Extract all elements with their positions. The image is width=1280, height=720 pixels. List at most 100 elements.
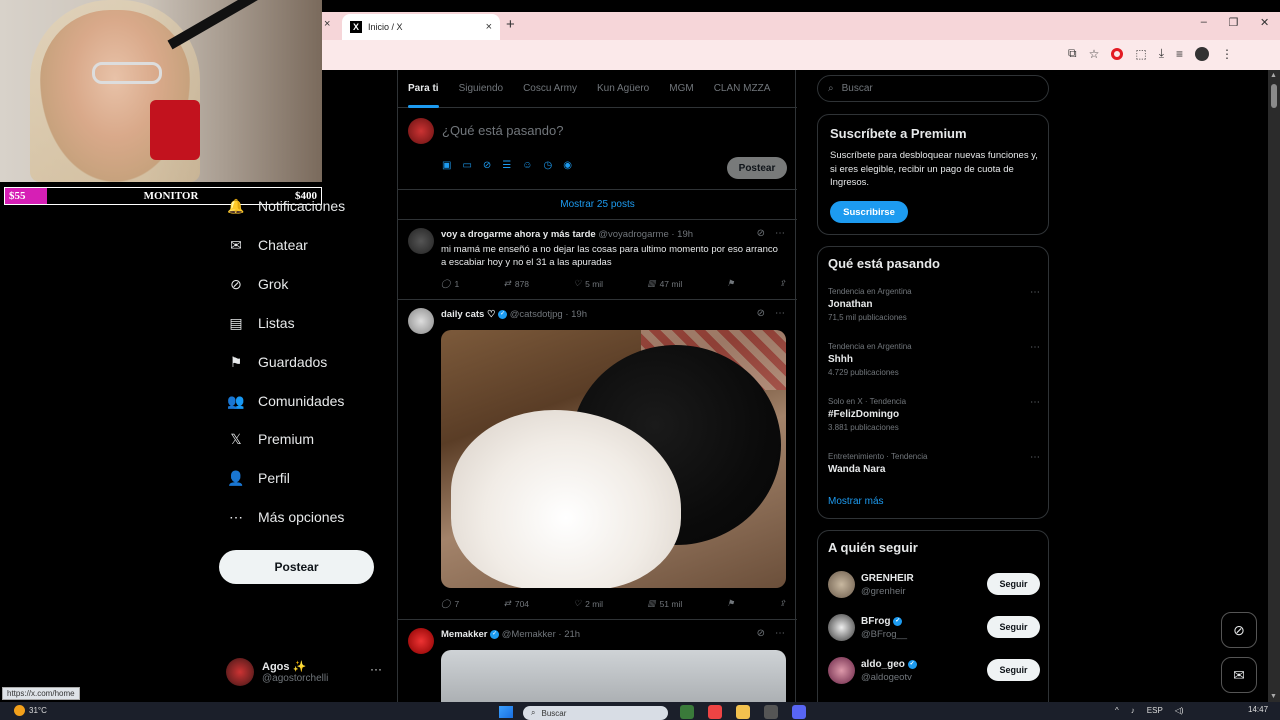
image-icon[interactable]: ▣ xyxy=(442,160,451,171)
subscribe-button[interactable]: Suscribirse xyxy=(830,201,908,223)
nav-more-options[interactable]: ⋯ Más opciones xyxy=(228,509,344,526)
grok-icon[interactable]: ⊘ xyxy=(757,628,765,639)
taskbar-search[interactable]: ⌕ Buscar xyxy=(523,706,668,720)
nav-notifications[interactable]: 🔔 Notificaciones xyxy=(227,198,345,215)
download-icon[interactable]: ⤓ xyxy=(1159,46,1164,61)
app-icon[interactable] xyxy=(680,705,694,719)
share-button[interactable]: ⇪ xyxy=(779,598,786,609)
trend-item[interactable]: Tendencia en Argentina Shhh 4.729 public… xyxy=(828,342,1040,377)
schedule-icon[interactable]: ◷ xyxy=(543,160,552,171)
views-button[interactable]: ▥ 51 mil xyxy=(648,598,683,609)
more-icon[interactable]: ··· xyxy=(370,662,382,676)
composer-input[interactable]: ¿Qué está pasando? xyxy=(442,123,563,138)
reply-button[interactable]: ◯ 7 xyxy=(441,598,459,609)
account-switcher[interactable]: Agos ✨ @agostorchelli ··· xyxy=(226,656,386,688)
post-image-cats[interactable] xyxy=(441,330,786,588)
follow-button[interactable]: Seguir xyxy=(987,616,1040,638)
repost-button[interactable]: ⇄ 704 xyxy=(504,598,529,609)
show-more-link[interactable]: Mostrar más xyxy=(828,496,884,507)
grok-icon[interactable]: ⊘ xyxy=(757,228,765,239)
language-indicator[interactable]: ESP xyxy=(1147,706,1163,715)
chrome-icon[interactable] xyxy=(708,705,722,719)
repost-button[interactable]: ⇄ 878 xyxy=(504,278,529,289)
post-author[interactable]: daily cats ♡ xyxy=(441,309,495,320)
extensions-icon[interactable]: ⬚ xyxy=(1135,47,1146,61)
more-icon[interactable]: ⋯ xyxy=(1030,397,1040,408)
minimize-button[interactable]: – xyxy=(1201,16,1207,29)
nav-premium[interactable]: 𝕏 Premium xyxy=(228,431,314,448)
post[interactable]: daily cats ♡ ✓ @catsdotjpg · 19h ⊘ ⋯ ◯ 7 ⇄… xyxy=(398,300,797,620)
more-icon[interactable]: ⋯ xyxy=(1030,342,1040,353)
nav-profile[interactable]: 👤 Perfil xyxy=(227,470,290,487)
close-icon[interactable]: × xyxy=(324,18,330,30)
tab-siguiendo[interactable]: Siguiendo xyxy=(449,70,513,108)
nav-lists[interactable]: ▤ Listas xyxy=(228,315,294,332)
reply-button[interactable]: ◯ 1 xyxy=(441,278,459,289)
trend-item[interactable]: Solo en X · Tendencia #FelizDomingo 3.88… xyxy=(828,397,1040,432)
volume-icon[interactable]: ◁) xyxy=(1175,706,1184,715)
grok-icon[interactable]: ⊘ xyxy=(757,308,765,319)
new-tab-button[interactable]: + xyxy=(506,16,515,33)
opera-icon[interactable] xyxy=(1111,47,1124,60)
grok-icon[interactable]: ⊘ xyxy=(483,160,491,171)
follow-suggestion[interactable]: GRENHEIR @grenheir Seguir xyxy=(828,571,1040,601)
browser-profile-icon[interactable] xyxy=(1195,46,1210,61)
follow-suggestion[interactable]: aldo_geo ✓ @aldogeotv Seguir xyxy=(828,657,1040,687)
nav-communities[interactable]: 👥 Comunidades xyxy=(227,393,344,410)
post-author[interactable]: voy a drogarme ahora y más tarde xyxy=(441,229,596,240)
close-window-button[interactable]: ✕ xyxy=(1260,16,1269,29)
scrollbar[interactable]: ▲ ▼ xyxy=(1268,70,1280,702)
browser-menu-icon[interactable]: ⋮ xyxy=(1221,47,1233,61)
reading-list-icon[interactable]: ≡ xyxy=(1176,47,1183,61)
tab-clan-mzza[interactable]: CLAN MZZA xyxy=(704,70,781,108)
tab-mgm[interactable]: MGM xyxy=(659,70,703,108)
restore-button[interactable]: ❐ xyxy=(1229,16,1239,29)
post[interactable]: voy a drogarme ahora y más tarde @voyadr… xyxy=(398,220,797,300)
share-button[interactable]: ⇪ xyxy=(779,278,786,289)
more-icon[interactable]: ⋯ xyxy=(775,308,785,319)
trend-item[interactable]: Entretenimiento · Tendencia Wanda Nara ⋯ xyxy=(828,452,1040,475)
poll-icon[interactable]: ☰ xyxy=(502,160,511,171)
search-input[interactable]: ⌕ Buscar xyxy=(817,75,1049,102)
trend-item[interactable]: Tendencia en Argentina Jonathan 71,5 mil… xyxy=(828,287,1040,322)
follow-button[interactable]: Seguir xyxy=(987,659,1040,681)
discord-icon[interactable] xyxy=(792,705,806,719)
more-icon[interactable]: ⋯ xyxy=(775,228,785,239)
composer-post-button[interactable]: Postear xyxy=(727,157,787,179)
show-new-posts[interactable]: Mostrar 25 posts xyxy=(398,190,797,220)
gif-icon[interactable]: ▭ xyxy=(462,160,471,171)
star-icon[interactable]: ☆ xyxy=(1089,47,1100,61)
install-app-icon[interactable]: ⧉ xyxy=(1068,46,1077,61)
nav-chat[interactable]: ✉ Chatear xyxy=(228,237,308,254)
post-button[interactable]: Postear xyxy=(219,550,374,584)
tab-kun-aguero[interactable]: Kun Agüero xyxy=(587,70,659,108)
more-icon[interactable]: ⋯ xyxy=(1030,452,1040,463)
more-icon[interactable]: ⋯ xyxy=(1030,287,1040,298)
folder-icon[interactable] xyxy=(736,705,750,719)
more-icon[interactable]: ⋯ xyxy=(775,628,785,639)
windows-start-icon[interactable] xyxy=(499,706,513,718)
weather-widget[interactable]: 31°C xyxy=(14,705,47,716)
messages-floating-button[interactable]: ✉ xyxy=(1221,657,1257,693)
post[interactable]: Memakker ✓ @Memakker · 21h ⊘ ⋯ xyxy=(398,620,797,710)
mic-icon[interactable]: ♪ xyxy=(1131,706,1135,715)
nav-grok[interactable]: ⊘ Grok xyxy=(228,276,288,293)
like-button[interactable]: ♡ 2 mil xyxy=(574,598,604,609)
views-button[interactable]: ▥ 47 mil xyxy=(648,278,683,289)
tab-close-icon[interactable]: × xyxy=(486,21,492,33)
follow-button[interactable]: Seguir xyxy=(987,573,1040,595)
nav-bookmarks[interactable]: ⚑ Guardados xyxy=(228,354,328,371)
follow-suggestion[interactable]: BFrog ✓ @BFrog__ Seguir xyxy=(828,614,1040,644)
browser-tab[interactable]: X Inicio / X × xyxy=(342,14,500,40)
location-icon[interactable]: ◉ xyxy=(563,160,572,171)
emoji-icon[interactable]: ☺ xyxy=(522,160,532,171)
grok-floating-button[interactable]: ⊘ xyxy=(1221,612,1257,648)
chevron-up-icon[interactable]: ^ xyxy=(1115,706,1119,715)
bookmark-button[interactable]: ⚑ xyxy=(727,278,735,289)
like-button[interactable]: ♡ 5 mil xyxy=(574,278,604,289)
tab-coscu-army[interactable]: Coscu Army xyxy=(513,70,587,108)
bookmark-button[interactable]: ⚑ xyxy=(727,598,735,609)
post-author[interactable]: Memakker xyxy=(441,629,487,640)
tab-para-ti[interactable]: Para ti xyxy=(398,70,449,108)
post-image[interactable] xyxy=(441,650,786,710)
